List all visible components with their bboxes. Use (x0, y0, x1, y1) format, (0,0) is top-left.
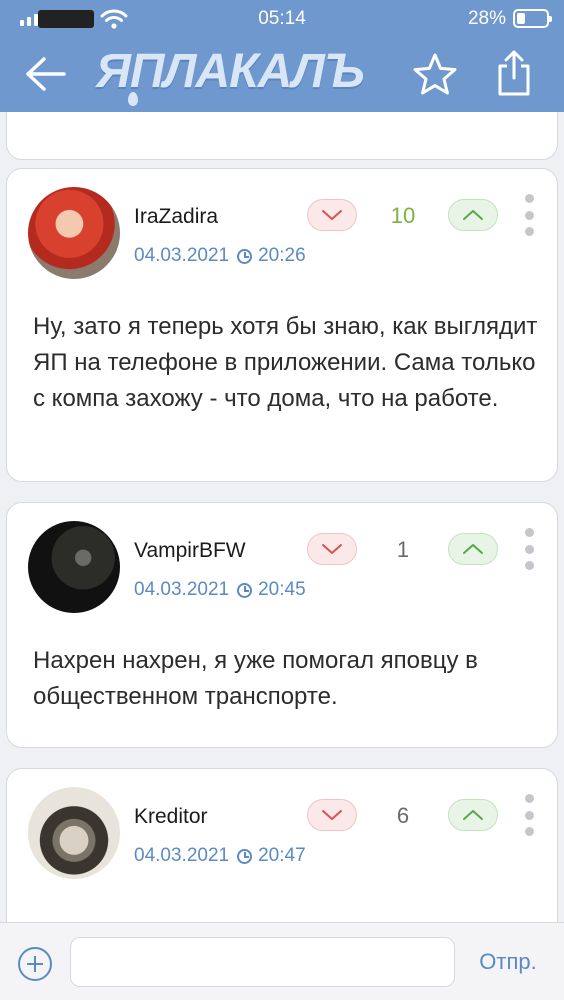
comment-timestamp: 04.03.2021 20:26 (134, 245, 306, 267)
send-button[interactable]: Отпр. (468, 949, 548, 975)
logo-drop-icon (128, 92, 138, 106)
chevron-up-icon (463, 544, 483, 554)
comment-card: VampirBFW 04.03.2021 20:45 1 Нахрен нахр… (6, 502, 558, 748)
status-bar: 05:14 28% (0, 0, 564, 36)
chevron-up-icon (463, 810, 483, 820)
comment-date: 04.03.2021 (134, 845, 230, 866)
clock-icon (237, 582, 253, 598)
comment-text: Нахрен нахрен, я уже помогал яповцу в об… (33, 647, 478, 710)
back-button[interactable] (24, 54, 68, 94)
more-options-icon[interactable] (524, 528, 534, 570)
comment-author[interactable]: Kreditor (134, 805, 208, 829)
battery-icon (513, 9, 552, 28)
battery-percentage: 28% (467, 8, 506, 29)
vote-down-button[interactable] (307, 533, 357, 565)
star-icon[interactable] (412, 52, 458, 96)
comment-card: IraZadira 04.03.2021 20:26 10 Ну, зато я… (6, 168, 558, 482)
comment-card-previous (6, 112, 558, 160)
chevron-down-icon (322, 544, 342, 554)
share-icon[interactable] (494, 48, 534, 98)
avatar[interactable] (28, 787, 120, 879)
comment-score: 1 (396, 537, 410, 562)
comment-timestamp: 04.03.2021 20:47 (134, 845, 306, 867)
comment-timestamp: 04.03.2021 20:45 (134, 579, 306, 601)
comment-text: Ну, зато я теперь хотя бы знаю, как выгл… (33, 313, 538, 412)
vote-up-button[interactable] (448, 533, 498, 565)
add-attachment-button[interactable] (18, 947, 52, 981)
top-bar: 05:14 28% ЯПЛАКАЛЪ (0, 0, 564, 112)
comment-time: 20:45 (258, 579, 306, 600)
comment-author[interactable]: VampirBFW (134, 539, 246, 563)
avatar[interactable] (28, 521, 120, 613)
composer-bar: Отпр. (0, 922, 564, 1000)
more-options-icon[interactable] (524, 194, 534, 236)
site-logo[interactable]: ЯПЛАКАЛЪ (96, 46, 365, 98)
chevron-down-icon (322, 810, 342, 820)
vote-up-button[interactable] (448, 799, 498, 831)
comment-time: 20:26 (258, 245, 306, 266)
chevron-down-icon (322, 210, 342, 220)
vote-down-button[interactable] (307, 799, 357, 831)
comment-date: 04.03.2021 (134, 579, 230, 600)
comment-score: 6 (396, 803, 410, 828)
comment-author[interactable]: IraZadira (134, 205, 218, 229)
chevron-up-icon (463, 210, 483, 220)
vote-up-button[interactable] (448, 199, 498, 231)
comment-card: Kreditor 04.03.2021 20:47 6 (6, 768, 558, 922)
comments-feed[interactable]: IraZadira 04.03.2021 20:26 10 Ну, зато я… (0, 112, 564, 922)
comment-time: 20:47 (258, 845, 306, 866)
avatar[interactable] (28, 187, 120, 279)
clock-icon (237, 848, 253, 864)
message-input[interactable] (70, 937, 455, 987)
comment-score: 10 (390, 203, 416, 228)
more-options-icon[interactable] (524, 794, 534, 836)
comment-date: 04.03.2021 (134, 245, 230, 266)
nav-bar: ЯПЛАКАЛЪ (0, 36, 564, 112)
clock-icon (237, 248, 253, 264)
vote-down-button[interactable] (307, 199, 357, 231)
